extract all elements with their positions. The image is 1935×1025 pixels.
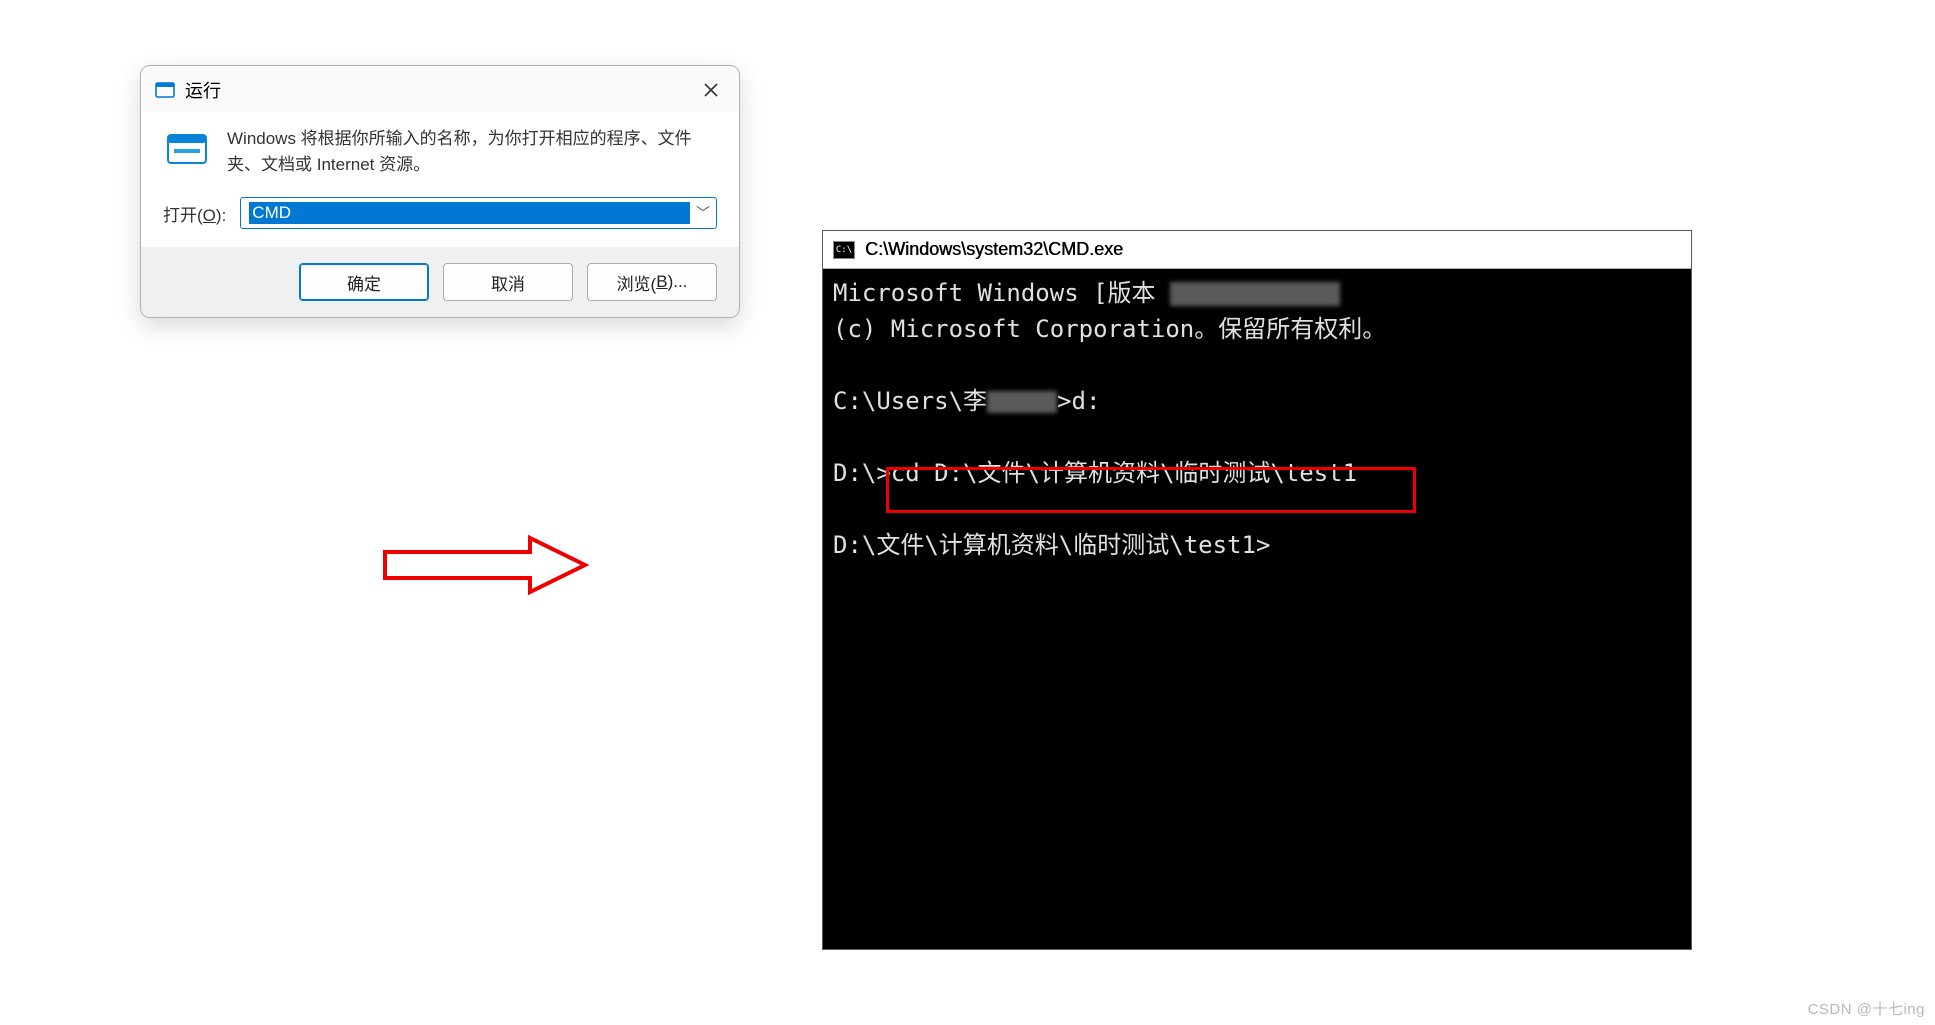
cmd-icon: C:\ xyxy=(833,241,855,259)
cmd-line-user-a: C:\Users\李 xyxy=(833,387,987,415)
cmd-line-cd-command: cd D:\文件\计算机资料\临时测试\test1 xyxy=(891,459,1357,487)
cmd-window: C:\ C:\Windows\system32\CMD.exe Microsof… xyxy=(822,230,1692,950)
cmd-window-title: C:\Windows\system32\CMD.exe xyxy=(865,239,1123,260)
run-desc-row: Windows 将根据你所输入的名称，为你打开相应的程序、文件夹、文档或 Int… xyxy=(163,126,717,177)
run-command-value: CMD xyxy=(249,202,690,224)
cmd-line-newpath: D:\文件\计算机资料\临时测试\test1> xyxy=(833,531,1270,559)
watermark: CSDN @十七ing xyxy=(1808,998,1925,1019)
cancel-button[interactable]: 取消 xyxy=(443,263,573,301)
run-input-row: 打开(O): CMD ﹀ xyxy=(163,197,717,229)
cmd-line-copyright: (c) Microsoft Corporation。保留所有权利。 xyxy=(833,315,1386,343)
cmd-line-user-b: >d: xyxy=(1057,387,1100,415)
cmd-titlebar: C:\ C:\Windows\system32\CMD.exe xyxy=(823,231,1691,269)
run-dialog-title: 运行 xyxy=(185,77,221,103)
cmd-line-cd-prompt: D:\> xyxy=(833,459,891,487)
red-arrow-annotation xyxy=(380,530,590,600)
close-button[interactable] xyxy=(697,76,725,104)
run-open-label: 打开(O): xyxy=(163,201,226,226)
run-dialog: 运行 Windows 将根据你所输入的名称，为你打开相应的程序、文件夹、文档或 … xyxy=(140,65,740,318)
ok-button[interactable]: 确定 xyxy=(299,263,429,301)
redacted-username xyxy=(987,391,1057,413)
run-dialog-body: Windows 将根据你所输入的名称，为你打开相应的程序、文件夹、文档或 Int… xyxy=(141,112,739,247)
redacted-version xyxy=(1170,282,1340,306)
browse-button[interactable]: 浏览(B)... xyxy=(587,263,717,301)
run-description: Windows 将根据你所输入的名称，为你打开相应的程序、文件夹、文档或 Int… xyxy=(227,126,717,177)
run-program-icon xyxy=(163,126,211,174)
cmd-terminal-output[interactable]: Microsoft Windows [版本 (c) Microsoft Corp… xyxy=(823,269,1691,949)
cmd-line-version: Microsoft Windows [版本 xyxy=(833,279,1170,307)
run-titlebar-left: 运行 xyxy=(155,77,221,103)
run-dialog-footer: 确定 取消 浏览(B)... xyxy=(141,247,739,317)
run-dialog-titlebar: 运行 xyxy=(141,66,739,112)
chevron-down-icon: ﹀ xyxy=(696,203,710,223)
run-window-icon xyxy=(155,80,175,100)
run-command-combobox[interactable]: CMD ﹀ xyxy=(240,197,717,229)
